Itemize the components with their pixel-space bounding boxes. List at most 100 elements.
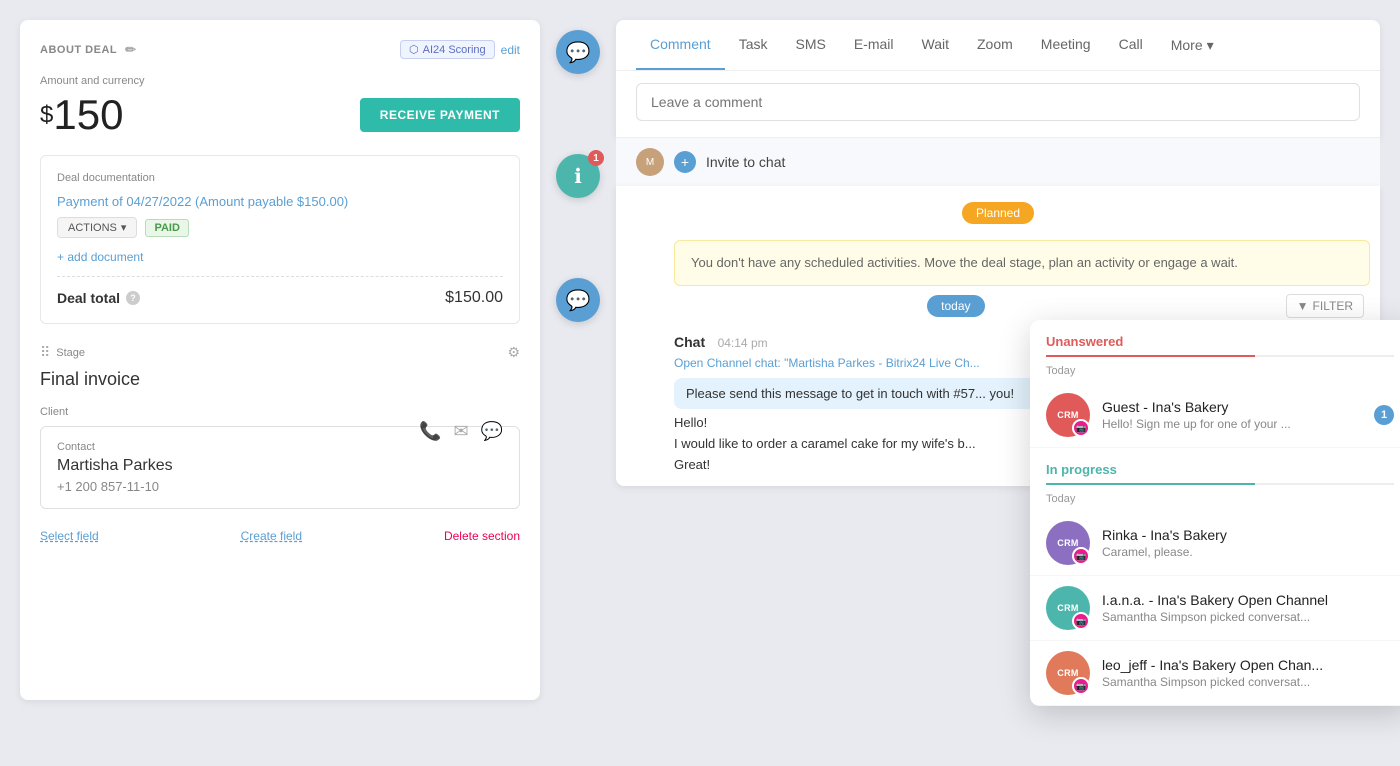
deal-docs-box: Deal documentation Payment of 04/27/2022… <box>40 155 520 324</box>
tab-call[interactable]: Call <box>1105 20 1157 70</box>
select-field-link[interactable]: Select field <box>40 529 99 543</box>
chevron-down-icon: ▾ <box>1207 37 1214 54</box>
dropdown-msg-1: Caramel, please. <box>1102 545 1394 559</box>
today-badge: today <box>927 295 984 317</box>
email-icon[interactable]: ✉ <box>453 421 468 442</box>
dropdown-info-1: Rinka - Ina's Bakery Caramel, please. <box>1102 527 1394 559</box>
unanswered-divider <box>1046 355 1394 357</box>
tab-more[interactable]: More ▾ <box>1157 21 1228 70</box>
dropdown-avatar-2: CRM 📷 <box>1046 586 1090 630</box>
chat-title: Chat <box>674 334 705 350</box>
dropdown-avatar-1: CRM 📷 <box>1046 521 1090 565</box>
paid-badge: PAID <box>145 219 188 237</box>
deal-total-label: Deal total ? <box>57 290 140 306</box>
dropdown-info-0: Guest - Ina's Bakery Hello! Sign me up f… <box>1102 399 1362 431</box>
amount-value: 150 <box>53 91 123 138</box>
dropdown-item-2[interactable]: CRM 📷 I.a.n.a. - Ina's Bakery Open Chann… <box>1030 576 1400 641</box>
contact-label: Contact <box>57 441 503 453</box>
dropdown-name-1: Rinka - Ina's Bakery <box>1102 527 1394 543</box>
add-document-link[interactable]: + add document <box>57 250 503 264</box>
stage-label: ⠿ Stage <box>40 344 85 361</box>
contact-actions: 📞 ✉ 💬 <box>419 421 503 442</box>
notification-badge: 1 <box>588 150 604 166</box>
dropdown-name-0: Guest - Ina's Bakery <box>1102 399 1362 415</box>
tab-task[interactable]: Task <box>725 20 782 70</box>
crm-label-1: CRM <box>1057 538 1078 548</box>
amount-label: Amount and currency <box>40 75 520 87</box>
invite-row: M + Invite to chat <box>616 137 1380 186</box>
delete-section-link[interactable]: Delete section <box>444 529 520 543</box>
panel-header: ABOUT DEAL ✏ ⬡ AI24 Scoring edit <box>40 40 520 59</box>
ai-scoring-label: AI24 Scoring <box>423 44 486 56</box>
avatar-badge-ig-3: 📷 <box>1072 677 1090 695</box>
phone-icon[interactable]: 📞 <box>419 421 441 442</box>
ai-scoring-area: ⬡ AI24 Scoring edit <box>400 40 520 59</box>
doc-actions: ACTIONS ▾ PAID <box>57 217 503 238</box>
chat-bubble-icon-2[interactable]: 💬 <box>556 278 600 322</box>
chat-time: 04:14 pm <box>718 336 768 350</box>
dropdown-avatar-3: CRM 📷 <box>1046 651 1090 695</box>
comment-input[interactable] <box>636 83 1360 121</box>
tab-sms[interactable]: SMS <box>781 20 839 70</box>
tab-zoom[interactable]: Zoom <box>963 20 1027 70</box>
stage-section: ⠿ Stage ⚙ Final invoice Client Contact M… <box>40 344 520 509</box>
unanswered-date: Today <box>1030 363 1400 383</box>
dropdown-item-1[interactable]: CRM 📷 Rinka - Ina's Bakery Caramel, plea… <box>1030 511 1400 576</box>
doc-link[interactable]: Payment of 04/27/2022 (Amount payable $1… <box>57 194 503 209</box>
dropdown-info-3: leo_jeff - Ina's Bakery Open Chan... Sam… <box>1102 657 1394 689</box>
chat-icon[interactable]: 💬 <box>481 421 503 442</box>
comment-area <box>616 71 1380 137</box>
info-bubble-icon[interactable]: ℹ 1 <box>556 154 600 198</box>
crm-label-2: CRM <box>1057 603 1078 613</box>
edit-icon[interactable]: ✏ <box>125 42 136 58</box>
create-field-link[interactable]: Create field <box>241 529 302 543</box>
dropdown-item-3[interactable]: CRM 📷 leo_jeff - Ina's Bakery Open Chan.… <box>1030 641 1400 706</box>
dropdown-panel: Unanswered Today CRM 📷 Guest - Ina's Bak… <box>1030 320 1400 706</box>
avatar-badge-ig-0: 📷 <box>1072 419 1090 437</box>
dropdown-info-2: I.a.n.a. - Ina's Bakery Open Channel Sam… <box>1102 592 1394 624</box>
dropdown-item-0[interactable]: CRM 📷 Guest - Ina's Bakery Hello! Sign m… <box>1030 383 1400 448</box>
dropdown-name-2: I.a.n.a. - Ina's Bakery Open Channel <box>1102 592 1394 608</box>
deal-docs-label: Deal documentation <box>57 172 503 184</box>
tab-comment[interactable]: Comment <box>636 20 725 70</box>
crm-label-3: CRM <box>1057 668 1078 678</box>
receive-payment-button[interactable]: RECEIVE PAYMENT <box>360 98 520 132</box>
contact-phone: +1 200 857-11-10 <box>57 479 173 494</box>
crm-label-0: CRM <box>1057 410 1078 420</box>
tab-meeting[interactable]: Meeting <box>1027 20 1105 70</box>
edit-link[interactable]: edit <box>501 43 520 57</box>
gear-icon[interactable]: ⚙ <box>507 344 520 361</box>
actions-button[interactable]: ACTIONS ▾ <box>57 217 137 238</box>
client-label: Client <box>40 406 520 418</box>
planned-badge-row: Planned <box>616 186 1380 240</box>
tab-email[interactable]: E-mail <box>840 20 908 70</box>
tab-wait[interactable]: Wait <box>908 20 963 70</box>
panel-title: ABOUT DEAL ✏ <box>40 42 137 58</box>
chat-bubble-icon[interactable]: 💬 <box>556 30 600 74</box>
contact-name: Martisha Parkes <box>57 457 173 475</box>
deal-total-row: Deal total ? $150.00 <box>57 289 503 307</box>
alert-box: You don't have any scheduled activities.… <box>674 240 1370 286</box>
amount-dollar: $ <box>40 102 53 129</box>
planned-badge: Planned <box>962 202 1034 224</box>
invite-text[interactable]: Invite to chat <box>706 154 785 170</box>
stage-value: Final invoice <box>40 369 520 390</box>
inprogress-date: Today <box>1030 491 1400 511</box>
unanswered-title: Unanswered <box>1030 320 1400 355</box>
field-actions: Select field Create field Delete section <box>40 529 520 543</box>
ai-scoring-badge[interactable]: ⬡ AI24 Scoring <box>400 40 495 59</box>
drag-icon: ⠿ <box>40 344 50 361</box>
amount-display: $150 <box>40 91 123 139</box>
plus-icon[interactable]: + <box>674 151 696 173</box>
dropdown-msg-2: Samantha Simpson picked conversat... <box>1102 610 1394 624</box>
stage-header: ⠿ Stage ⚙ <box>40 344 520 361</box>
dropdown-msg-3: Samantha Simpson picked conversat... <box>1102 675 1394 689</box>
dropdown-name-3: leo_jeff - Ina's Bakery Open Chan... <box>1102 657 1394 673</box>
left-panel: ABOUT DEAL ✏ ⬡ AI24 Scoring edit Amount … <box>20 20 540 700</box>
unread-count-0: 1 <box>1374 405 1394 425</box>
amount-section: Amount and currency $150 RECEIVE PAYMENT <box>40 75 520 139</box>
chevron-down-icon: ▾ <box>121 221 127 234</box>
filter-button[interactable]: ▼ FILTER <box>1286 294 1364 318</box>
client-section: Client Contact Martisha Parkes +1 200 85… <box>40 406 520 509</box>
tabs-bar: Comment Task SMS E-mail Wait Zoom Meetin… <box>616 20 1380 71</box>
